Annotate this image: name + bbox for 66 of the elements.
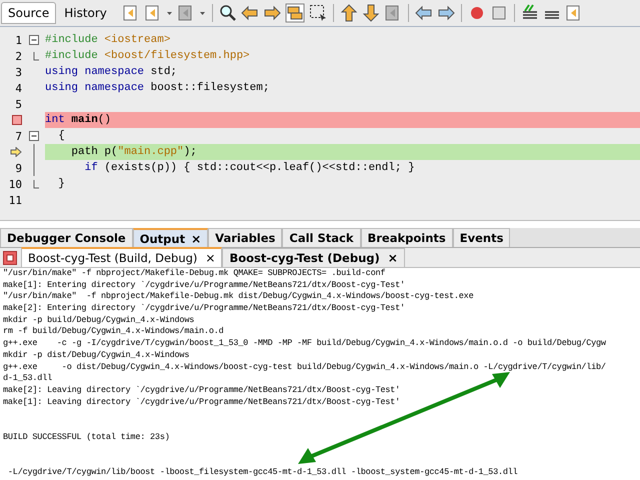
line-number: 10 — [8, 178, 22, 190]
tab-label: Breakpoints — [368, 231, 446, 245]
fold-toggle-icon[interactable] — [29, 131, 39, 141]
output-line: make[1]: Leaving directory `/cygdrive/u/Programme/NetBeans721/dtx/Boost-cyg-Test' — [2, 396, 401, 408]
line-number: 3 — [15, 66, 22, 78]
tab-label: Output — [140, 232, 186, 246]
output-line: mkdir -p dist/Debug/Cygwin_4.x-Windows — [2, 350, 190, 362]
selection-icon[interactable] — [308, 4, 327, 22]
code-line: using namespace boost::filesystem; — [45, 81, 270, 96]
lines-icon[interactable] — [520, 4, 539, 22]
output-line: "/usr/bin/make" -f nbproject/Makefile-Debug.mk dist/Debug/Cygwin_4.x-Windows/boost-cyg-test.exe — [2, 291, 474, 304]
editor-tab[interactable]: History — [57, 2, 114, 24]
output-line: make[2]: Leaving directory `/cygdrive/u/Programme/NetBeans721/dtx/Boost-cyg-Test' — [2, 384, 401, 397]
output-line: d-1_53.dll — [2, 373, 54, 385]
panel-tab[interactable]: Variables — [208, 228, 282, 247]
output-line: rm -f build/Debug/Cygwin_4.x-Windows/main.o.d — [2, 326, 225, 338]
code-line: } — [57, 177, 66, 192]
tab-label: Call Stack — [289, 231, 354, 245]
stop-icon[interactable] — [3, 250, 17, 264]
output-line: -L/cygdrive/T/cygwin/lib/boost -lboost_filesystem-gcc45-mt-d-1_53.dll -lboost_system-gcc45-mt-d-1_53.dll — [6, 466, 519, 478]
editor-tab[interactable]: Source — [1, 2, 56, 24]
left-arrow-icon[interactable] — [240, 4, 259, 22]
output-line: mkdir -p build/Debug/Cygwin_4.x-Windows — [2, 314, 196, 326]
output-tab[interactable]: Boost-cyg-Test (Debug) × — [222, 248, 405, 267]
line-number: 9 — [15, 162, 22, 174]
line-number: 4 — [15, 82, 22, 94]
output-line: make[2]: Entering directory `/cygdrive/u/Programme/NetBeans721/dtx/Boost-cyg-Test' — [2, 303, 406, 315]
highlight-icon[interactable] — [284, 3, 305, 23]
output-line: "/usr/bin/make" -f nbproject/Makefile-Debug.mk QMAKE= SUBPROJECTS= .build-conf — [2, 268, 386, 280]
panel-tab[interactable]: Debugger Console — [0, 228, 133, 247]
right-arrow-icon[interactable] — [436, 4, 455, 22]
tab-label: Variables — [215, 231, 276, 245]
output-line: g++.exe -c -g -I/cygdrive/T/cygwin/boost_1_53_0 -MMD -MP -MF build/Debug/Cygwin_4.x-Windows/main.o.d -o build/Debug/Cygw — [2, 338, 607, 350]
output-tab[interactable]: Boost-cyg-Test (Build, Debug) × — [21, 247, 222, 267]
up-arrow-icon[interactable] — [340, 4, 358, 22]
line-number: 1 — [15, 34, 22, 46]
output-line: g++.exe -o dist/Debug/Cygwin_4.x-Windows/boost-cyg-test build/Debug/Cygwin_4.x-Windows/main.o -L/cygdrive/T/cygwin/lib/ — [2, 362, 607, 374]
close-icon[interactable]: × — [191, 232, 202, 246]
code-line: #include <boost/filesystem.hpp> — [45, 49, 251, 64]
tab-label: Events — [460, 231, 504, 245]
fold-toggle-icon[interactable] — [29, 35, 39, 45]
output-line: BUILD SUCCESSFUL (total time: 23s) — [2, 432, 171, 444]
close-icon[interactable]: × — [388, 251, 398, 265]
tab-label: Boost-cyg-Test (Build, Debug) — [28, 251, 198, 265]
code-line: #include <iostream> — [45, 33, 172, 48]
code-line: using namespace std; — [45, 65, 178, 80]
panel-tab[interactable]: Output × — [132, 228, 208, 247]
search-icon[interactable] — [218, 4, 237, 22]
panel-tab[interactable]: Events — [452, 228, 510, 247]
line-number: 2 — [15, 50, 22, 62]
breakpoint-icon[interactable] — [12, 115, 22, 125]
down-arrow-icon[interactable] — [362, 4, 380, 22]
panel-tab[interactable]: Call Stack — [282, 228, 360, 247]
left-arrow-icon[interactable] — [414, 4, 433, 22]
code-line: { — [57, 129, 66, 144]
line-number: 5 — [15, 98, 22, 110]
code-line: if (exists(p)) { std::cout<<p.leaf()<<std::endl; } — [84, 161, 416, 176]
right-arrow-icon[interactable] — [262, 4, 281, 22]
line-number: 11 — [8, 194, 22, 206]
line-number: 7 — [15, 130, 22, 142]
stop-icon[interactable] — [490, 4, 508, 22]
tab-label: Boost-cyg-Test (Debug) — [229, 251, 380, 265]
output-line: make[1]: Entering directory `/cygdrive/u/Programme/NetBeans721/dtx/Boost-cyg-Test' — [2, 280, 406, 292]
close-icon[interactable]: × — [205, 251, 216, 265]
panel-tab[interactable]: Breakpoints — [360, 228, 453, 247]
tab-label: Debugger Console — [7, 231, 126, 245]
